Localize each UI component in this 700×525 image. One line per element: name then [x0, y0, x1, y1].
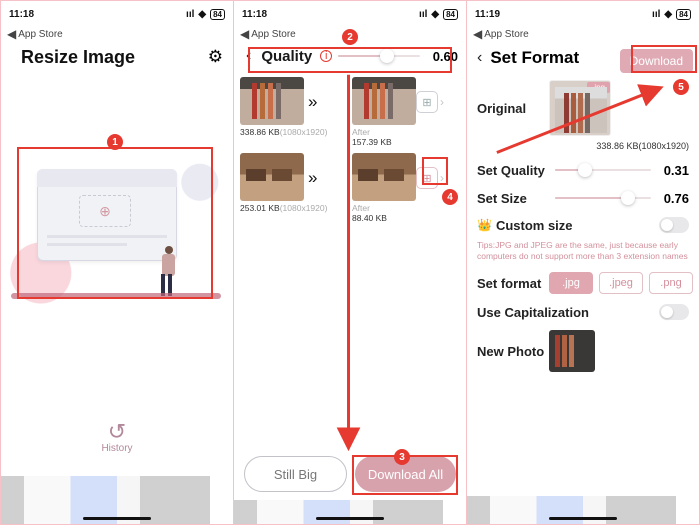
set-quality-row: Set Quality 0.31	[467, 156, 699, 184]
quality-slider[interactable]	[338, 47, 420, 65]
original-row: Original .jpg	[467, 75, 699, 141]
list-item-after[interactable]: ⊞ › After88.40 KB	[352, 153, 460, 223]
new-photo-row: New Photo	[467, 325, 699, 377]
upload-icon: ⊕	[79, 195, 131, 227]
status-time: 11:18	[9, 9, 34, 20]
thumbnail-before	[240, 77, 304, 125]
screen-quality: 11:18 ııl ◆ 84 ◀ App Store ‹ Quality i 0…	[234, 1, 467, 524]
quality-slider[interactable]	[555, 161, 651, 179]
quality-value: 0.60	[426, 49, 458, 64]
annotation-marker-5: 5	[673, 79, 689, 95]
signal-icon: ııl	[652, 9, 660, 20]
upload-illustration[interactable]: ⊕	[19, 151, 211, 296]
original-dimensions: 338.86 KB(1080x1920)	[596, 141, 689, 151]
tips-text: Tips:JPG and JPEG are the same, just bec…	[467, 238, 699, 267]
back-button[interactable]: ‹	[473, 47, 486, 69]
capitalization-toggle[interactable]	[659, 304, 689, 320]
battery-icon: 84	[676, 9, 691, 20]
size-value: 0.76	[657, 191, 689, 206]
list-item-after[interactable]: ⊞ › After157.39 KB	[352, 77, 460, 147]
chevron-right-icon: ›	[440, 171, 444, 185]
chevron-left-icon: ◀	[7, 27, 16, 41]
crown-icon: 👑	[477, 218, 492, 232]
format-jpeg-button[interactable]: .jpeg	[599, 272, 643, 294]
back-to-appstore[interactable]: ◀ App Store	[467, 27, 699, 41]
battery-icon: 84	[210, 9, 225, 20]
info-icon[interactable]: i	[320, 50, 332, 62]
format-jpg-button[interactable]: .jpg	[549, 272, 593, 294]
wifi-icon: ◆	[431, 9, 439, 20]
signal-icon: ııl	[419, 9, 427, 20]
wifi-icon: ◆	[664, 9, 672, 20]
custom-size-toggle[interactable]	[659, 217, 689, 233]
arrow-right-icon: »	[308, 92, 317, 112]
battery-icon: 84	[443, 9, 458, 20]
quality-label: Quality	[261, 48, 312, 65]
format-icon[interactable]: ⊞	[416, 91, 438, 113]
list-item[interactable]: » 253.01 KB(1080x1920)	[240, 153, 348, 223]
screen-set-format: 11:19 ııl ◆ 84 ◀ App Store ‹ Set Format …	[467, 1, 699, 524]
format-png-button[interactable]: .png	[649, 272, 693, 294]
chevron-left-icon: ◀	[240, 27, 249, 41]
quality-value: 0.31	[657, 163, 689, 178]
history-button[interactable]: ↺ History	[101, 421, 132, 454]
status-time: 11:18	[242, 9, 267, 20]
annotation-marker-4: 4	[442, 189, 458, 205]
format-icon[interactable]: ⊞	[416, 167, 438, 189]
annotation-marker-3: 3	[394, 449, 410, 465]
signal-icon: ııl	[186, 9, 194, 20]
wifi-icon: ◆	[198, 9, 206, 20]
page-title: Resize Image	[11, 41, 145, 72]
custom-size-row: 👑 Custom size	[467, 212, 699, 238]
chevron-left-icon: ◀	[473, 27, 482, 41]
format-tag: .jpg	[587, 82, 610, 93]
screen-resize-image: 11:18 ııl ◆ 84 ◀ App Store Resize Image …	[1, 1, 234, 524]
status-bar: 11:18 ııl ◆ 84	[234, 1, 466, 27]
size-slider[interactable]	[555, 189, 651, 207]
home-indicator	[83, 517, 151, 520]
back-label: App Store	[18, 29, 62, 40]
annotation-marker-1: 1	[107, 134, 123, 150]
original-preview[interactable]: .jpg	[549, 80, 611, 136]
still-big-button[interactable]: Still Big	[244, 456, 347, 492]
new-photo-preview[interactable]	[549, 330, 595, 372]
thumbnail-after	[352, 77, 416, 125]
use-capitalization-row: Use Capitalization	[467, 299, 699, 325]
back-button[interactable]: ‹	[242, 45, 255, 67]
thumbnail-before	[240, 153, 304, 201]
arrow-right-icon: »	[308, 168, 317, 188]
status-time: 11:19	[475, 9, 500, 20]
status-right: ııl ◆ 84	[186, 9, 225, 20]
status-bar: 11:19 ııl ◆ 84	[467, 1, 699, 27]
set-format-row: Set format .jpg .jpeg .png	[467, 267, 699, 299]
chevron-right-icon: ›	[440, 95, 444, 109]
download-button[interactable]: Download	[620, 49, 693, 73]
back-to-appstore[interactable]: ◀ App Store	[1, 27, 233, 41]
page-title: Set Format	[490, 48, 579, 68]
image-list: » 338.86 KB(1080x1920) ⊞ › After157.39 K…	[234, 71, 466, 229]
status-bar: 11:18 ııl ◆ 84	[1, 1, 233, 27]
set-size-row: Set Size 0.76	[467, 184, 699, 212]
settings-gear-icon[interactable]: ⚙	[208, 47, 223, 67]
annotation-marker-2: 2	[342, 29, 358, 45]
history-icon: ↺	[101, 421, 132, 443]
history-label: History	[101, 443, 132, 454]
thumbnail-after	[352, 153, 416, 201]
list-item[interactable]: » 338.86 KB(1080x1920)	[240, 77, 348, 147]
